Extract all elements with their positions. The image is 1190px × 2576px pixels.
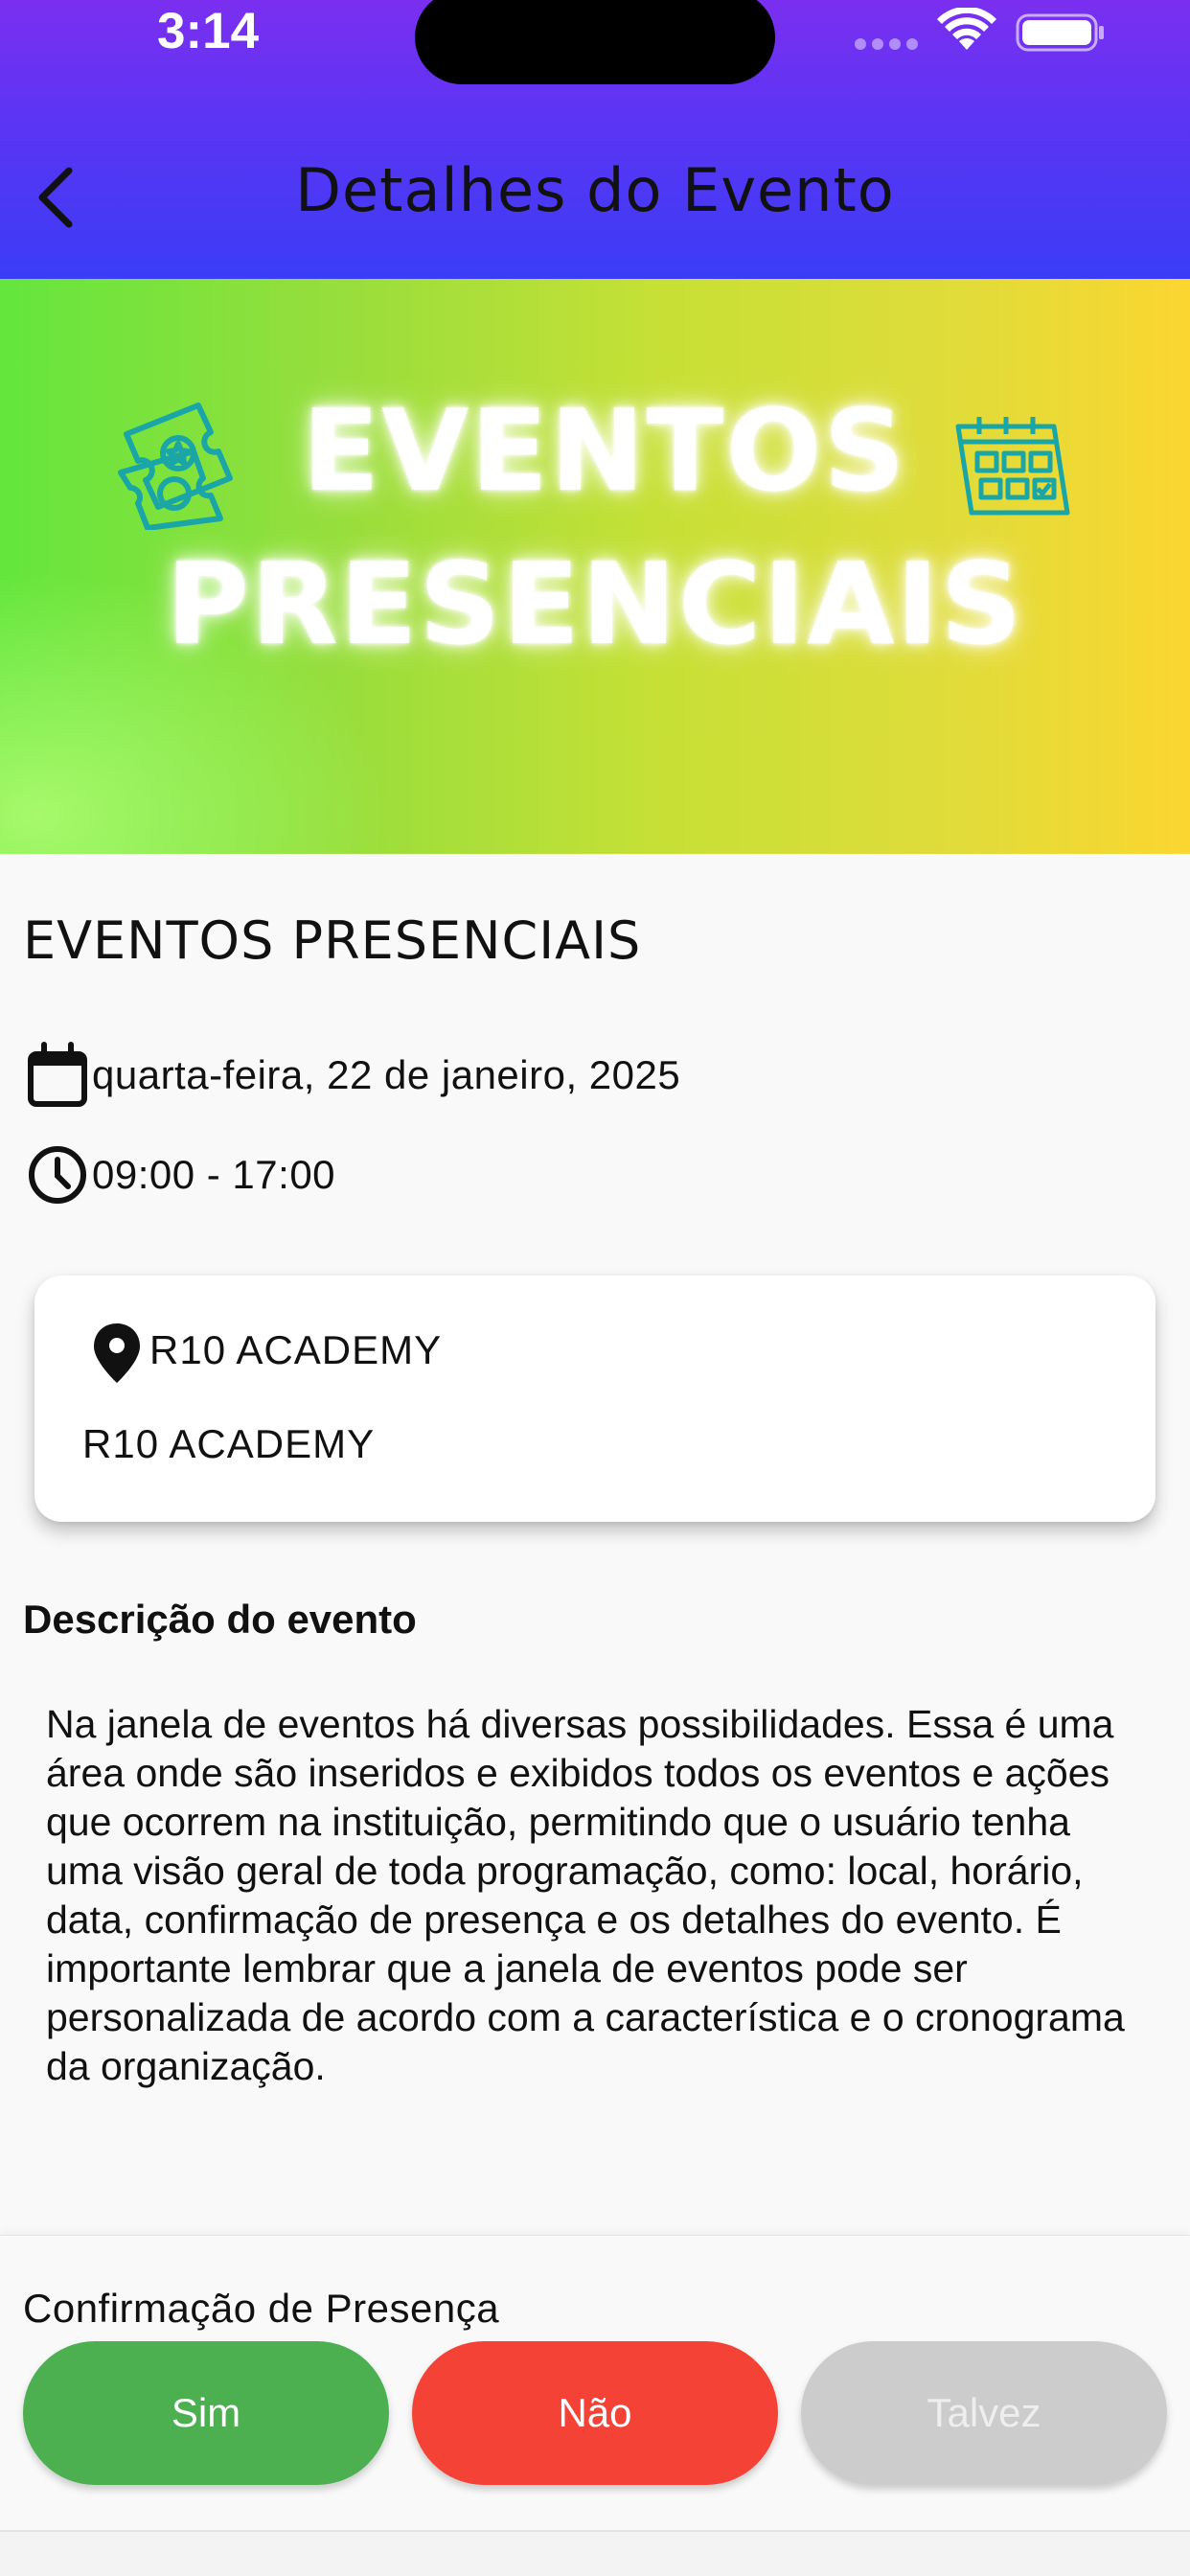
rsvp-no-button[interactable]: Não — [412, 2341, 778, 2485]
rsvp-yes-button[interactable]: Sim — [23, 2341, 389, 2485]
rsvp-label: Confirmação de Presença — [23, 2286, 500, 2331]
page-title: Detalhes do Evento — [295, 155, 895, 225]
home-indicator-area — [0, 2532, 1190, 2576]
rsvp-bar: Confirmação de Presença Sim Não Talvez — [0, 2235, 1190, 2534]
status-time: 3:14 — [157, 3, 260, 59]
wifi-icon — [937, 8, 996, 50]
dynamic-island — [415, 0, 775, 84]
location-pin-icon — [94, 1323, 140, 1383]
location-name: R10 ACADEMY — [149, 1327, 443, 1372]
description-heading: Descrição do evento — [23, 1597, 417, 1642]
banner-title-line2: PRESENCIAIS — [166, 538, 1024, 670]
event-date-row: quarta-feira, 22 de janeiro, 2025 — [23, 1041, 680, 1110]
event-name: EVENTOS PRESENCIAIS — [23, 910, 642, 971]
clock-icon — [29, 1146, 86, 1204]
rsvp-maybe-button[interactable]: Talvez — [801, 2341, 1167, 2485]
battery-icon — [1016, 13, 1104, 52]
event-time: 09:00 - 17:00 — [92, 1152, 336, 1197]
location-card[interactable]: R10 ACADEMY R10 ACADEMY — [34, 1276, 1156, 1522]
event-banner: EVENTOS PRESENCIAIS — [0, 279, 1190, 854]
location-address: R10 ACADEMY — [82, 1421, 376, 1466]
event-description: Na janela de eventos há diversas possibi… — [46, 1702, 1125, 2088]
app-header: 3:14 Detalhes do Evento — [0, 0, 1190, 279]
event-date: quarta-feira, 22 de janeiro, 2025 — [92, 1052, 681, 1097]
calendar-icon — [28, 1042, 87, 1107]
cellular-signal-icon — [855, 38, 918, 52]
calendar-icon — [955, 417, 1070, 516]
event-time-row: 09:00 - 17:00 — [23, 1140, 335, 1209]
